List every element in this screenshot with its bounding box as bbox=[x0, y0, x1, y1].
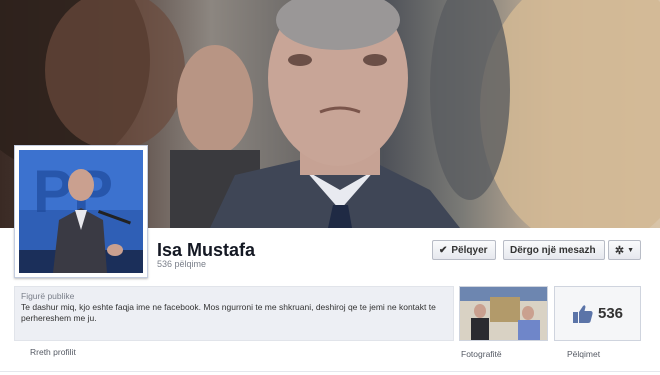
gear-icon: ✲ bbox=[614, 244, 625, 257]
settings-dropdown-button[interactable]: ✲ ▼ bbox=[608, 240, 641, 260]
photos-tile[interactable] bbox=[459, 286, 548, 341]
likes-tile[interactable]: 536 bbox=[554, 286, 641, 341]
chevron-down-icon: ▼ bbox=[627, 246, 635, 254]
about-box[interactable]: Figurë publike Te dashur miq, kjo eshte … bbox=[14, 286, 454, 341]
likes-count-text: 536 pëlqime bbox=[157, 259, 207, 269]
message-button[interactable]: Dërgo një mesazh bbox=[503, 240, 605, 260]
thumbs-up-icon bbox=[572, 304, 593, 323]
divider bbox=[0, 371, 660, 372]
likes-tile-count: 536 bbox=[597, 305, 624, 322]
page-name[interactable]: Isa Mustafa bbox=[157, 240, 255, 261]
check-icon: ✔ bbox=[439, 244, 448, 256]
about-text: Te dashur miq, kjo eshte faqja ime ne fa… bbox=[21, 302, 436, 323]
like-button-label: Pëlqyer bbox=[451, 244, 488, 256]
page-category: Figurë publike bbox=[21, 291, 75, 301]
like-button[interactable]: ✔ Pëlqyer bbox=[432, 240, 496, 260]
about-profile-link[interactable]: Rreth profilit bbox=[30, 347, 76, 357]
profile-picture[interactable]: PP bbox=[14, 145, 148, 278]
likes-link[interactable]: Pëlqimet bbox=[567, 349, 600, 359]
photos-link[interactable]: Fotografitë bbox=[461, 349, 502, 359]
message-button-label: Dërgo një mesazh bbox=[510, 244, 596, 256]
